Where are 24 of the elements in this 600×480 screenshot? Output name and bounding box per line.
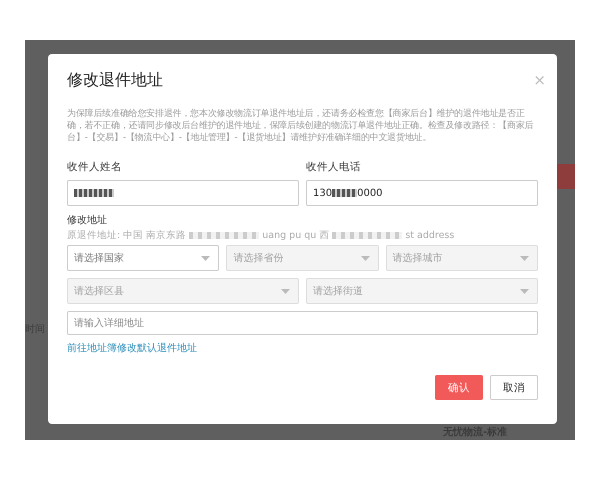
address-book-link[interactable]: 前往地址簿修改默认退件地址 (67, 341, 197, 355)
phone-input[interactable]: 130 0000 (306, 180, 538, 206)
field-label: 收件人电话 (306, 160, 362, 174)
dropdown-select[interactable]: 请选择国家 (67, 245, 220, 271)
field-label: 收件人姓名 (67, 160, 123, 174)
caret-icon (281, 288, 290, 294)
caret-icon (520, 288, 529, 294)
original-address-text: uang pu qu 西 (262, 229, 330, 242)
close-button[interactable]: × (533, 71, 546, 89)
caret-icon (201, 256, 210, 260)
confirm-button[interactable]: 确认 (435, 375, 483, 400)
caret-icon (520, 256, 529, 260)
original-address-text: 原退件地址: 中国 南京东路 (67, 229, 186, 242)
original-address-text: st address (405, 230, 454, 241)
redacted-text (189, 232, 260, 239)
cancel-button[interactable]: 取消 (490, 375, 538, 400)
name-input[interactable] (67, 180, 299, 206)
notice-text: 为保障后续准确给您安排退件，您本次修改物流订单退件地址后，还请务必检查您【商家后台】维护的退件地址是否正确，若不正确，还请同步修改后台维护的退件地址，保障后续创建的物流订单退件地址正确。检查及修改路径：【商家后台】-【交易】-【物流中心】-【地址管理】-【退货地址】请维护好准确详细的中文退货地址。 (67, 108, 534, 144)
button-sliver (555, 164, 575, 189)
dialog-title: 修改退件地址 (67, 70, 163, 90)
address-input[interactable]: 请输入详细地址 (67, 311, 538, 335)
redacted-text (332, 232, 402, 239)
caret-icon (360, 256, 370, 260)
field-label: 修改地址 (67, 214, 108, 227)
